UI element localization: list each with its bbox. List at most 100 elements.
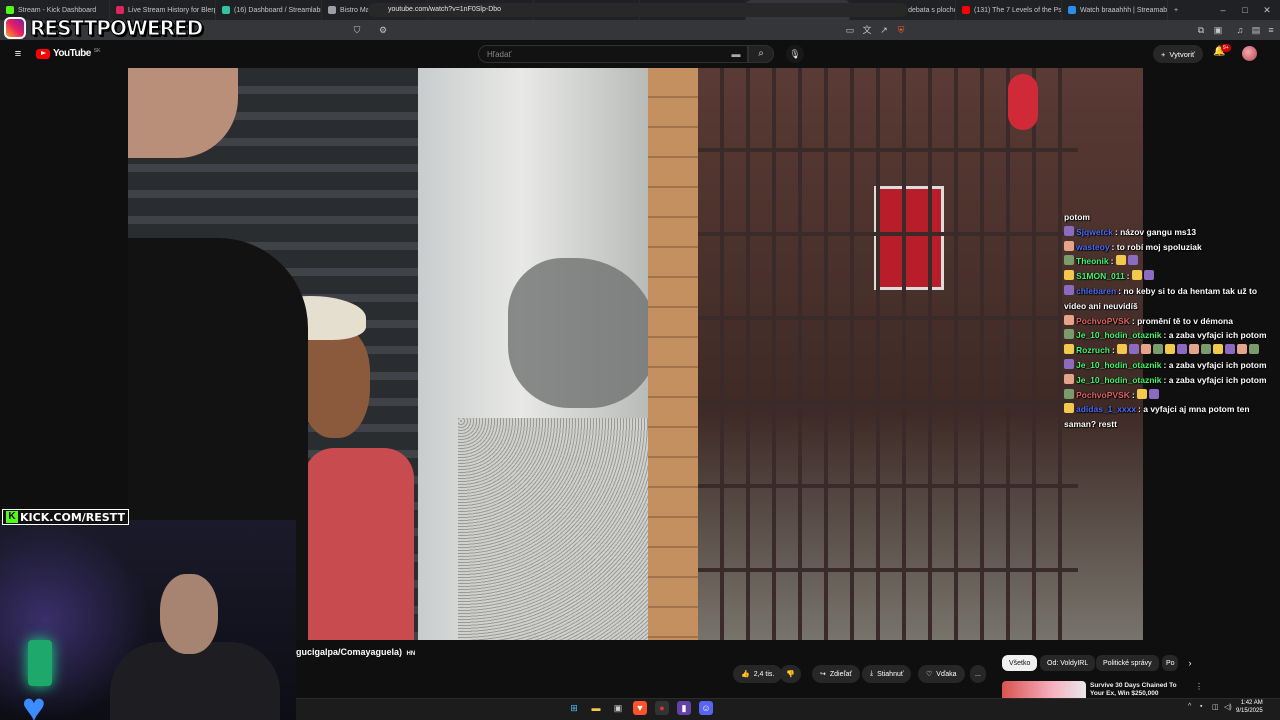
keyboard-icon[interactable]: ▬ (729, 47, 743, 61)
voice-search-button[interactable]: 🎙 (786, 45, 804, 63)
chat-emote-icon (1129, 344, 1140, 355)
chat-emote-icon (1225, 344, 1236, 355)
wallet-icon[interactable]: ▤ (1249, 23, 1263, 37)
chat-message: potom (1064, 210, 1280, 225)
chat-username[interactable]: adidas_1_xxxx (1076, 404, 1136, 414)
minimize-button[interactable]: – (1212, 0, 1234, 20)
browser-tab[interactable]: (16) Dashboard / Streamlabs (216, 0, 322, 20)
tray-chevron-icon[interactable]: ^ (1188, 703, 1191, 710)
tab-favicon-icon (1068, 6, 1076, 14)
mic-icon: 🎙 (789, 49, 801, 59)
webcam-green-light (28, 640, 52, 686)
chat-badge-icon (1064, 358, 1074, 369)
create-button[interactable]: + Vytvoriť (1153, 45, 1203, 63)
media-icon[interactable]: ♫ (1233, 23, 1247, 37)
chat-emote-icon (1249, 344, 1260, 355)
chat-username[interactable]: Je_10_hodin_otaznik (1076, 330, 1162, 340)
share-page-icon[interactable]: ↗ (877, 23, 891, 37)
chat-username[interactable]: S1MON_011 (1076, 271, 1125, 281)
chat-message: Sjqwetck: názov gangu ms13 (1064, 225, 1280, 240)
chip-all[interactable]: Všetko (1002, 655, 1038, 671)
chat-message: chlebaren: no keby si to da hentam tak u… (1064, 284, 1280, 314)
menu-icon[interactable]: ≡ (1264, 23, 1278, 37)
chat-message: Je_10_hodin_otaznik: a zaba vyfajci ich … (1064, 328, 1280, 343)
url-bar[interactable]: youtube.com/watch?v=1nF0Slp-Dbo (368, 3, 908, 17)
chat-username[interactable]: PochvoPVSK (1076, 316, 1130, 326)
search-button[interactable]: ⌕ (748, 45, 774, 63)
share-button[interactable]: ↪ Zdieľať (812, 665, 861, 683)
recommendation-menu-icon[interactable]: ⋮ (1195, 682, 1203, 691)
chat-overlay: potom Sjqwetck: názov gangu ms13 wasteoy: … (1064, 210, 1280, 432)
thanks-button[interactable]: ♡ Vďaka (918, 665, 965, 683)
chat-username[interactable]: wasteoy (1076, 242, 1110, 252)
close-window-button[interactable]: ✕ (1256, 0, 1278, 20)
chat-text: promění tě to v démona (1137, 315, 1233, 326)
site-info-icon[interactable]: ⚙ (376, 23, 390, 37)
chat-emote-icon (1213, 344, 1224, 355)
search-icon: ⌕ (758, 48, 764, 59)
chat-username[interactable]: Rozruch (1076, 345, 1110, 355)
network-icon[interactable]: ◫ (1212, 703, 1219, 711)
twitch-icon[interactable]: ▮ (677, 701, 691, 715)
chip-political-news[interactable]: Politické správy (1096, 655, 1159, 671)
download-label: Stiahnuť (877, 670, 904, 678)
more-actions-button[interactable]: ... (970, 665, 986, 683)
chat-badge-icon (1064, 314, 1074, 325)
dislike-button[interactable]: 👎 (780, 665, 801, 683)
chat-username[interactable]: Sjqwetck (1076, 227, 1113, 237)
chat-badge-icon (1064, 284, 1074, 295)
download-button[interactable]: ⤓ Stiahnuť (862, 665, 912, 683)
stream-brand-overlay: RESTTPOWERED (4, 14, 204, 42)
brave-browser-icon[interactable]: ▼ (633, 701, 647, 715)
recommendation-title[interactable]: Survive 30 Days Chained To Your Ex, Win … (1090, 682, 1190, 698)
chip-partial[interactable]: Po (1162, 655, 1178, 671)
avatar[interactable] (1242, 46, 1257, 61)
tab-favicon-icon (328, 6, 336, 14)
chat-username[interactable]: Theonik (1076, 256, 1109, 266)
country-code: SK (93, 48, 101, 54)
chat-username[interactable]: Je_10_hodin_otaznik (1076, 375, 1162, 385)
sidebar-icon[interactable]: ▣ (1211, 23, 1225, 37)
tab-title: (131) The 7 Levels of the Psych (974, 6, 1062, 14)
tab-title: (16) Dashboard / Streamlabs (234, 6, 322, 14)
cast-icon[interactable]: ▭ (843, 23, 857, 37)
chat-username[interactable]: PochvoPVSK (1076, 390, 1130, 400)
discord-icon[interactable]: ☺ (699, 701, 713, 715)
chat-text: a zaba vyfajci ich potom (1168, 330, 1267, 341)
video-title-flag: HN (406, 651, 416, 657)
youtube-logo[interactable]: YouTube SK (36, 48, 100, 59)
chat-text: to robí moj spoluziak (1116, 241, 1202, 252)
chat-text: potom (1064, 212, 1090, 222)
tray-app-icon[interactable]: ▪ (1200, 703, 1202, 710)
browser-tab[interactable]: Watch braaahhh | Streamable (1062, 0, 1168, 20)
chip-from-channel[interactable]: Od: VoldyIRL (1040, 655, 1096, 671)
hamburger-menu-icon[interactable]: ≡ (11, 47, 25, 61)
chat-username[interactable]: chlebaren (1076, 286, 1116, 296)
search-input[interactable]: Hľadať (478, 45, 748, 63)
thumbs-up-icon: 👍 (741, 671, 750, 678)
chat-emote-icon (1149, 388, 1160, 399)
volume-icon[interactable]: ◁) (1224, 703, 1232, 711)
extensions-icon[interactable]: ⧉ (1194, 23, 1208, 37)
brave-shield-icon[interactable]: ⛨ (894, 23, 908, 37)
new-tab-button[interactable]: + (1168, 0, 1184, 20)
bookmark-icon[interactable]: ⛉ (350, 23, 364, 37)
start-icon[interactable]: ⊞ (567, 701, 581, 715)
webcam-overlay: ♥ (0, 520, 296, 720)
chat-badge-icon (1064, 225, 1074, 236)
browser-tab[interactable]: (131) The 7 Levels of the Psych (956, 0, 1062, 20)
chat-username[interactable]: Je_10_hodin_otaznik (1076, 360, 1162, 370)
chat-badge-icon (1064, 255, 1074, 266)
obs-icon[interactable]: ● (655, 701, 669, 715)
taskbar-clock[interactable]: 1:42 AM 9/15/2025 (1236, 699, 1263, 715)
like-button[interactable]: 👍 2,4 tis. (733, 665, 783, 683)
chat-badge-icon (1064, 270, 1074, 281)
chevron-right-icon[interactable]: › (1183, 656, 1197, 670)
chat-emote-icon (1117, 344, 1128, 355)
maximize-button[interactable]: □ (1234, 0, 1256, 20)
translate-icon[interactable]: 文 (860, 23, 874, 37)
file-explorer-icon[interactable]: ▬ (589, 701, 603, 715)
chat-badge-icon (1064, 344, 1074, 355)
terminal-icon[interactable]: ▣ (611, 701, 625, 715)
thumbs-down-icon: 👎 (786, 671, 795, 678)
